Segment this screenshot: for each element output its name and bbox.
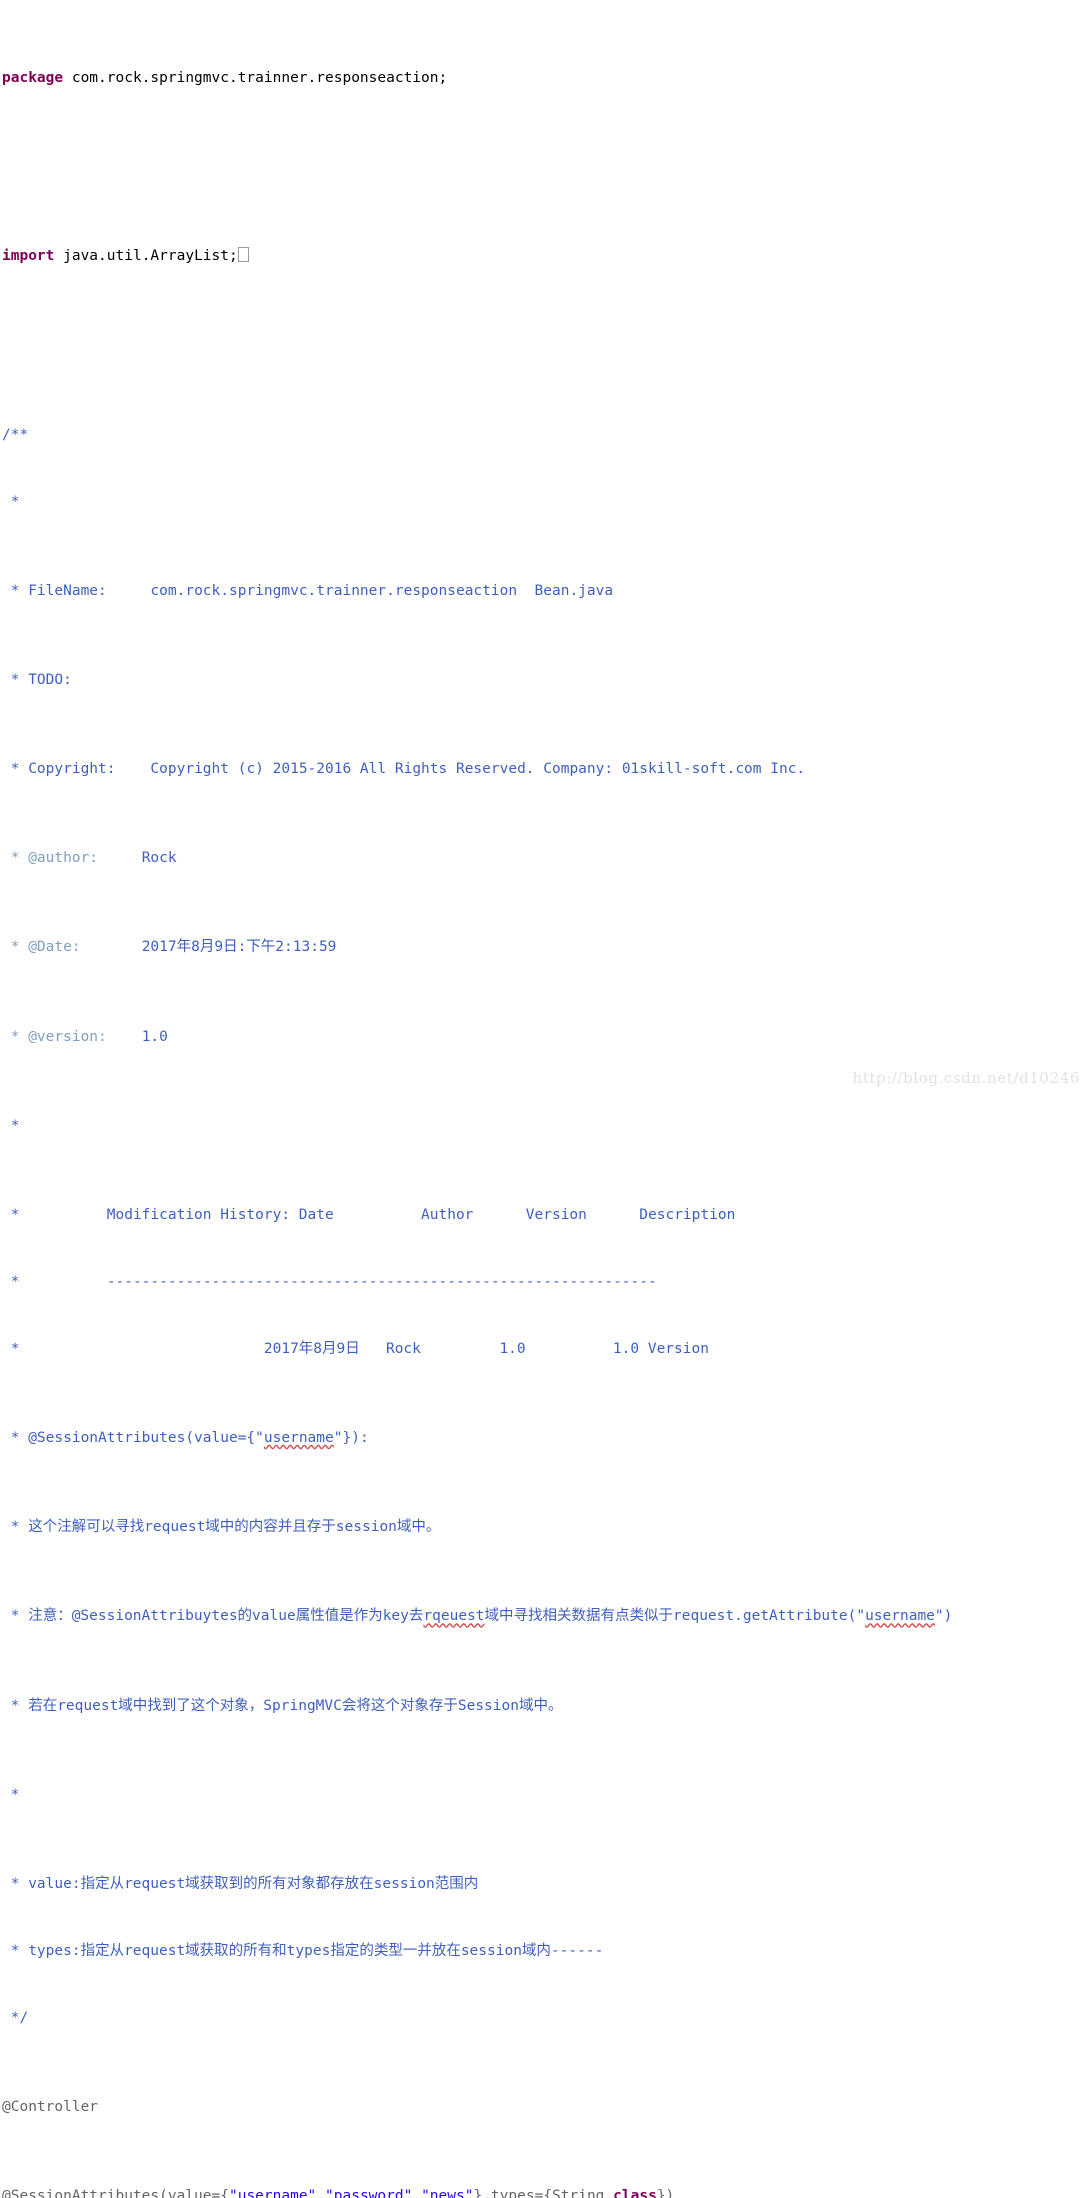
javadoc-cn-line-2a: * 注意：@SessionAttribuytes的value属性值是作为key去: [2, 1608, 424, 1625]
import-name: java.util.ArrayList;: [54, 248, 238, 265]
javadoc-todo-label: * TODO:: [2, 671, 72, 688]
code-line[interactable]: * TODO:: [0, 669, 1088, 691]
code-line[interactable]: * value:指定从request域获取到的所有对象都存放在session范围…: [0, 1873, 1088, 1895]
code-line[interactable]: @SessionAttributes(value={"username","pa…: [0, 2185, 1088, 2198]
javadoc-modhist-header: * Modification History: Date Author Vers…: [2, 1207, 736, 1224]
code-line-blank[interactable]: [0, 334, 1088, 356]
javadoc-copyright-label: * Copyright:: [2, 761, 116, 778]
javadoc-star: *: [2, 493, 20, 510]
code-line[interactable]: * 2017年8月9日 Rock 1.0 1.0 Version: [0, 1338, 1088, 1360]
string-news: "news": [421, 2188, 474, 2198]
string-username: "username": [228, 2188, 317, 2198]
code-line[interactable]: *: [0, 491, 1088, 513]
code-line[interactable]: * 这个注解可以寻找request域中的内容并且存于session域中。: [0, 1516, 1088, 1538]
annotation-end: }): [656, 2188, 675, 2198]
javadoc-author-tag: * @author:: [2, 850, 99, 867]
code-line[interactable]: * @version: 1.0: [0, 1026, 1088, 1048]
comma: ,: [316, 2188, 326, 2198]
javadoc-spellcheck-username: username: [865, 1608, 935, 1625]
code-editor-content[interactable]: package com.rock.springmvc.trainner.resp…: [0, 0, 1088, 2198]
javadoc-cn-line-2e: "): [934, 1608, 953, 1625]
code-line[interactable]: *: [0, 1115, 1088, 1137]
code-line[interactable]: * FileName: com.rock.springmvc.trainner.…: [0, 580, 1088, 602]
javadoc-modhist-row: * 2017年8月9日 Rock 1.0 1.0 Version: [2, 1340, 709, 1357]
code-line[interactable]: * @SessionAttributes(value={"username"})…: [0, 1427, 1088, 1449]
code-line[interactable]: * @author: Rock: [0, 847, 1088, 869]
javadoc-cn-line-3: * 若在request域中找到了这个对象，SpringMVC会将这个对象存于Se…: [2, 1697, 563, 1714]
code-line[interactable]: * Modification History: Date Author Vers…: [0, 1204, 1088, 1226]
javadoc-sessionattr-a: * @SessionAttributes(value={": [2, 1430, 264, 1446]
code-line[interactable]: /**: [0, 424, 1088, 446]
code-line[interactable]: package com.rock.springmvc.trainner.resp…: [0, 67, 1088, 89]
keyword-package: package: [2, 69, 64, 86]
javadoc-cn-line-2c: 域中寻找相关数据有点类似于request.getAttribute(": [484, 1608, 866, 1625]
javadoc-sessionattr-c: "}):: [333, 1430, 369, 1446]
javadoc-spellcheck-rqeuest: rqeuest: [423, 1608, 485, 1625]
javadoc-modhist-rule: * --------------------------------------…: [2, 1273, 657, 1290]
watermark: http://blog.csdn.net/d10246: [852, 1069, 1080, 1087]
code-line[interactable]: * 若在request域中找到了这个对象，SpringMVC会将这个对象存于Se…: [0, 1695, 1088, 1717]
javadoc-star: *: [2, 1786, 20, 1803]
package-name: com.rock.springmvc.trainner.responseacti…: [63, 69, 448, 86]
code-line-blank[interactable]: [0, 156, 1088, 178]
keyword-import: import: [2, 248, 55, 265]
javadoc-filename-value: com.rock.springmvc.trainner.responseacti…: [150, 582, 614, 599]
javadoc-cn-line-1: * 这个注解可以寻找request域中的内容并且存于session域中。: [2, 1519, 441, 1536]
annotation-sessionattributes: @SessionAttributes(value={: [2, 2188, 229, 2198]
code-line[interactable]: * types:指定从request域获取的所有和types指定的类型一并放在s…: [0, 1940, 1088, 1962]
code-line[interactable]: * --------------------------------------…: [0, 1271, 1088, 1293]
annotation-controller: @Controller: [2, 2098, 99, 2115]
code-line[interactable]: import java.util.ArrayList;: [0, 245, 1088, 267]
javadoc-filename-label: * FileName:: [2, 582, 107, 599]
code-line[interactable]: @Controller: [0, 2096, 1088, 2118]
code-line[interactable]: *: [0, 1784, 1088, 1806]
javadoc-copyright-value: Copyright (c) 2015-2016 All Rights Reser…: [150, 761, 806, 778]
javadoc-version-value: 1.0: [141, 1028, 168, 1045]
code-line[interactable]: * Copyright: Copyright (c) 2015-2016 All…: [0, 758, 1088, 780]
javadoc-star: *: [2, 1117, 20, 1134]
code-line[interactable]: * @Date: 2017年8月9日:下午2:13:59: [0, 936, 1088, 958]
code-line[interactable]: * 注意：@SessionAttribuytes的value属性值是作为key去…: [0, 1605, 1088, 1627]
javadoc-value-line: * value:指定从request域获取到的所有对象都存放在session范围…: [2, 1875, 479, 1892]
javadoc-date-value: 2017年8月9日:下午2:13:59: [141, 939, 337, 956]
javadoc-author-value: Rock: [141, 850, 177, 867]
keyword-class: class: [613, 2188, 657, 2198]
javadoc-open: /**: [2, 426, 29, 443]
code-line[interactable]: */: [0, 2007, 1088, 2029]
javadoc-close: */: [2, 2009, 29, 2026]
comma: ,: [412, 2188, 422, 2198]
javadoc-version-tag: * @version:: [2, 1028, 107, 1045]
javadoc-sessionattr-spellcheck: username: [263, 1430, 334, 1446]
javadoc-types-line: * types:指定从request域获取的所有和types指定的类型一并放在s…: [2, 1942, 604, 1959]
unrenderable-char-box: [237, 247, 249, 263]
annotation-types: },types={String.: [473, 2188, 614, 2198]
string-password: "password": [325, 2188, 413, 2198]
javadoc-date-tag: * @Date:: [2, 939, 81, 956]
